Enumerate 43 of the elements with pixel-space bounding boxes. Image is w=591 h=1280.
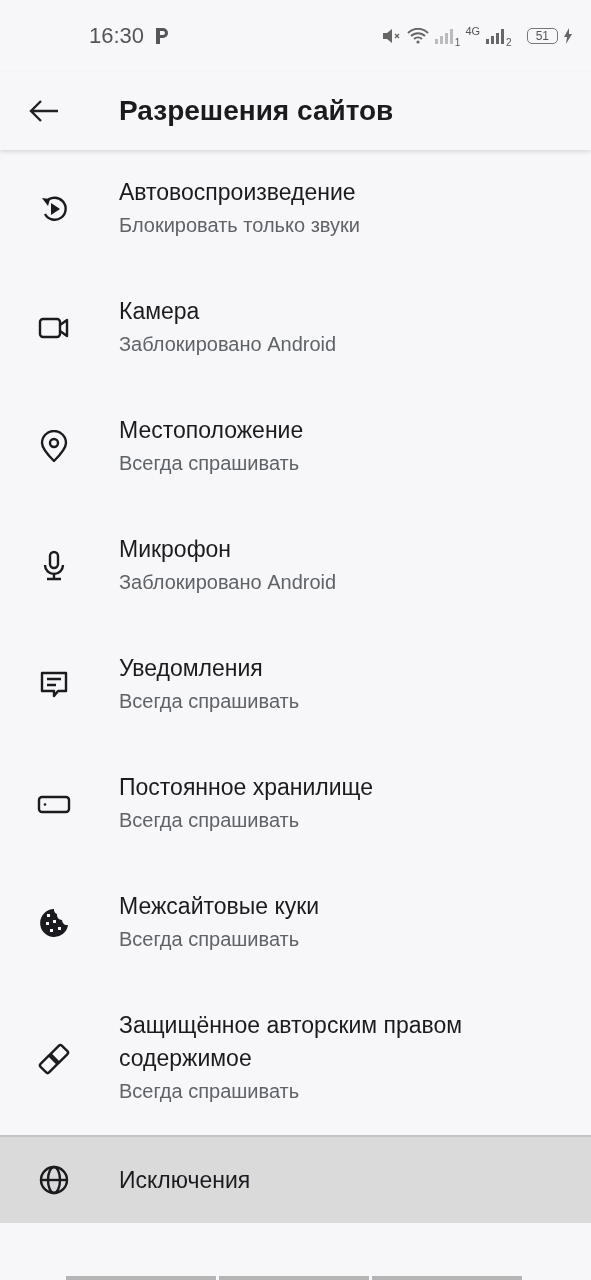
list-item[interactable]: Защищённое авторским правом содержимое Всегда спрашивать <box>0 983 591 1135</box>
status-time: 16:30 <box>89 23 145 49</box>
page-title: Разрешения сайтов <box>119 95 394 127</box>
list-item[interactable]: Камера Заблокировано Android <box>0 269 591 388</box>
mute-icon <box>381 28 402 44</box>
partial-tab[interactable] <box>66 1276 216 1280</box>
sim-label: 2 <box>506 36 512 48</box>
item-subtitle: Всегда спрашивать <box>119 927 301 952</box>
partial-tab[interactable] <box>219 1276 369 1280</box>
parking-icon <box>155 27 170 45</box>
list-item[interactable]: Микрофон Заблокировано Android <box>0 507 591 626</box>
item-subtitle: Всегда спрашивать <box>119 808 301 833</box>
item-subtitle: Блокировать только звуки <box>119 213 361 238</box>
network-label: 4G <box>465 25 481 37</box>
charging-icon <box>563 28 573 44</box>
item-subtitle: Заблокировано Android <box>119 332 338 357</box>
list-item[interactable]: Местоположение Всегда спрашивать <box>0 388 591 507</box>
item-subtitle: Всегда спрашивать <box>119 1079 301 1104</box>
item-title: Камера <box>119 297 201 326</box>
battery-level: 51 <box>526 28 558 44</box>
list-item[interactable]: Уведомления Всегда спрашивать <box>0 626 591 745</box>
item-title: Защищённое авторским правом содержимое <box>119 1011 464 1073</box>
item-subtitle: Всегда спрашивать <box>119 689 301 714</box>
list-item[interactable]: Автовоспроизведение Блокировать только звуки <box>0 150 591 269</box>
item-title: Исключения <box>119 1165 252 1195</box>
link-icon <box>36 1041 71 1076</box>
list-item[interactable]: Постоянное хранилище Всегда спрашивать <box>0 745 591 864</box>
item-subtitle: Заблокировано Android <box>119 570 338 595</box>
item-title: Микрофон <box>119 535 233 564</box>
item-title: Межсайтовые куки <box>119 892 321 921</box>
wifi-icon <box>406 28 429 44</box>
list-item[interactable]: Межсайтовые куки Всегда спрашивать <box>0 864 591 983</box>
list-item[interactable]: Исключения <box>0 1135 591 1223</box>
item-subtitle: Всегда спрашивать <box>119 451 301 476</box>
back-arrow-icon <box>28 99 60 123</box>
signal-icon <box>433 28 454 44</box>
item-title: Местоположение <box>119 416 305 445</box>
item-title: Уведомления <box>119 654 264 683</box>
sim-label: 1 <box>454 36 461 48</box>
partial-tab[interactable] <box>372 1276 522 1280</box>
item-title: Постоянное хранилище <box>119 773 375 802</box>
signal-icon <box>485 28 506 44</box>
item-title: Автовоспроизведение <box>119 178 357 207</box>
